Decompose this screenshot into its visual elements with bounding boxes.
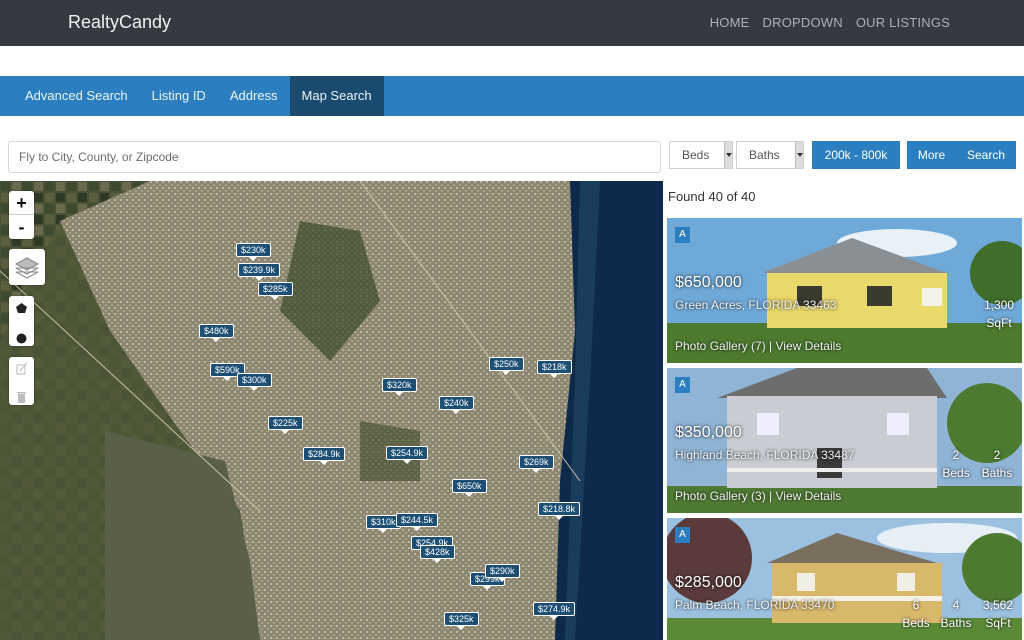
listing-sqft: 1,300 SqFt [979, 296, 1019, 332]
stat-value: 4 [952, 598, 960, 612]
trash-icon[interactable] [9, 386, 34, 410]
listing-baths: 4 Baths [937, 596, 975, 632]
listing-status-badge: A [675, 527, 690, 543]
main-nav: HOME DROPDOWN OUR LISTINGS [710, 15, 950, 30]
edit-shapes-icon[interactable] [9, 357, 34, 381]
listing-price: $285,000 [675, 574, 742, 591]
brand-logo[interactable]: RealtyCandy [68, 12, 171, 33]
listing-links[interactable]: Photo Gallery (7) | View Details [675, 339, 841, 353]
stat-value: 2 [993, 448, 1001, 462]
map-price-marker[interactable]: $650k [452, 479, 487, 497]
listing-card[interactable]: A $350,000 Highland Beach, FLORIDA 33487… [667, 368, 1022, 513]
draw-toolbar [9, 296, 34, 346]
results-count: Found 40 of 40 [668, 189, 756, 204]
map-price-marker[interactable]: $428k [420, 545, 455, 563]
stat-label: Baths [981, 466, 1013, 480]
listing-beds: 2 Beds [937, 446, 975, 482]
zoom-out-button[interactable]: - [9, 215, 34, 239]
stat-label: Baths [940, 616, 972, 630]
map-price-marker[interactable]: $325k [444, 612, 479, 630]
map-price-marker[interactable]: $480k [199, 324, 234, 342]
map-price-marker[interactable]: $230k [236, 243, 271, 261]
zoom-in-button[interactable]: + [9, 191, 34, 215]
edit-toolbar [9, 357, 34, 405]
listing-price: $350,000 [675, 424, 742, 441]
price-range-button[interactable]: 200k - 800k [812, 141, 900, 169]
map-price-marker[interactable]: $244.5k [396, 513, 439, 531]
map-price-marker[interactable]: $250k [489, 357, 524, 375]
listing-address: Green Acres, FLORIDA 33463 [675, 298, 837, 312]
listing-card[interactable]: A $650,000 Green Acres, FLORIDA 33463 Ph… [667, 218, 1022, 363]
listing-status-badge: A [675, 227, 690, 243]
listing-baths: 2 Baths [977, 446, 1017, 482]
chevron-down-icon [795, 142, 803, 168]
stat-label: SqFt [986, 316, 1012, 330]
map-price-marker[interactable]: $254.9k [386, 446, 429, 464]
listing-address: Palm Beach, FLORIDA 33470 [675, 598, 835, 612]
stat-value: 2 [952, 448, 960, 462]
stat-label: SqFt [985, 616, 1011, 630]
map-price-marker[interactable]: $290k [485, 564, 520, 582]
stat-label: Beds [942, 466, 970, 480]
layers-icon [14, 257, 40, 279]
map-view[interactable]: + - $230k $239.9k $285k $480k $590k $300k $250… [0, 181, 663, 640]
map-price-marker[interactable]: $320k [382, 378, 417, 396]
tab-address[interactable]: Address [218, 76, 290, 116]
map-price-marker[interactable]: $225k [268, 416, 303, 434]
beds-select-label: Beds [682, 148, 710, 162]
listing-sqft: 3,562 SqFt [977, 596, 1019, 632]
draw-polygon-icon[interactable] [9, 296, 34, 321]
more-filters-button[interactable]: More [907, 141, 956, 169]
listing-price: $650,000 [675, 274, 742, 291]
search-tabs: Advanced Search Listing ID Address Map S… [0, 76, 1024, 116]
map-price-marker[interactable]: $218k [537, 360, 572, 378]
map-price-marker[interactable]: $274.9k [533, 602, 576, 620]
baths-select[interactable]: Baths [736, 141, 804, 169]
layers-button[interactable] [9, 249, 45, 285]
listing-status-badge: A [675, 377, 690, 393]
map-price-marker[interactable]: $300k [237, 373, 272, 391]
nav-dropdown[interactable]: DROPDOWN [763, 15, 843, 30]
map-price-marker[interactable]: $218.8k [538, 502, 581, 520]
stat-value: 3,562 [982, 598, 1014, 612]
stat-label: Beds [902, 616, 930, 630]
chevron-down-icon [724, 142, 732, 168]
map-price-marker[interactable]: $239.9k [238, 263, 281, 281]
tab-advanced-search[interactable]: Advanced Search [13, 76, 140, 116]
map-price-marker[interactable]: $285k [258, 282, 293, 300]
beds-select[interactable]: Beds [669, 141, 733, 169]
top-navbar: RealtyCandy HOME DROPDOWN OUR LISTINGS [0, 0, 1024, 46]
stat-value: 6 [912, 598, 920, 612]
zoom-control: + - [9, 191, 34, 239]
nav-our-listings[interactable]: OUR LISTINGS [856, 15, 950, 30]
satellite-map-image [0, 181, 663, 640]
map-price-marker[interactable]: $269k [519, 455, 554, 473]
listing-links[interactable]: Photo Gallery (3) | View Details [675, 489, 841, 503]
map-price-marker[interactable]: $240k [439, 396, 474, 414]
search-button[interactable]: Search [956, 141, 1016, 169]
location-search-input[interactable] [8, 141, 661, 173]
stat-value: 1,300 [983, 298, 1015, 312]
draw-circle-icon[interactable] [9, 326, 34, 351]
nav-home[interactable]: HOME [710, 15, 750, 30]
tab-listing-id[interactable]: Listing ID [140, 76, 218, 116]
search-toolbar: Beds Baths 200k - 800k More Search [8, 141, 1018, 173]
listing-card[interactable]: A $285,000 Palm Beach, FLORIDA 33470 6 B… [667, 518, 1022, 640]
map-price-marker[interactable]: $284.9k [303, 447, 346, 465]
baths-select-label: Baths [749, 148, 780, 162]
tab-map-search[interactable]: Map Search [289, 76, 384, 116]
listing-address: Highland Beach, FLORIDA 33487 [675, 448, 855, 462]
listing-beds: 6 Beds [899, 596, 933, 632]
